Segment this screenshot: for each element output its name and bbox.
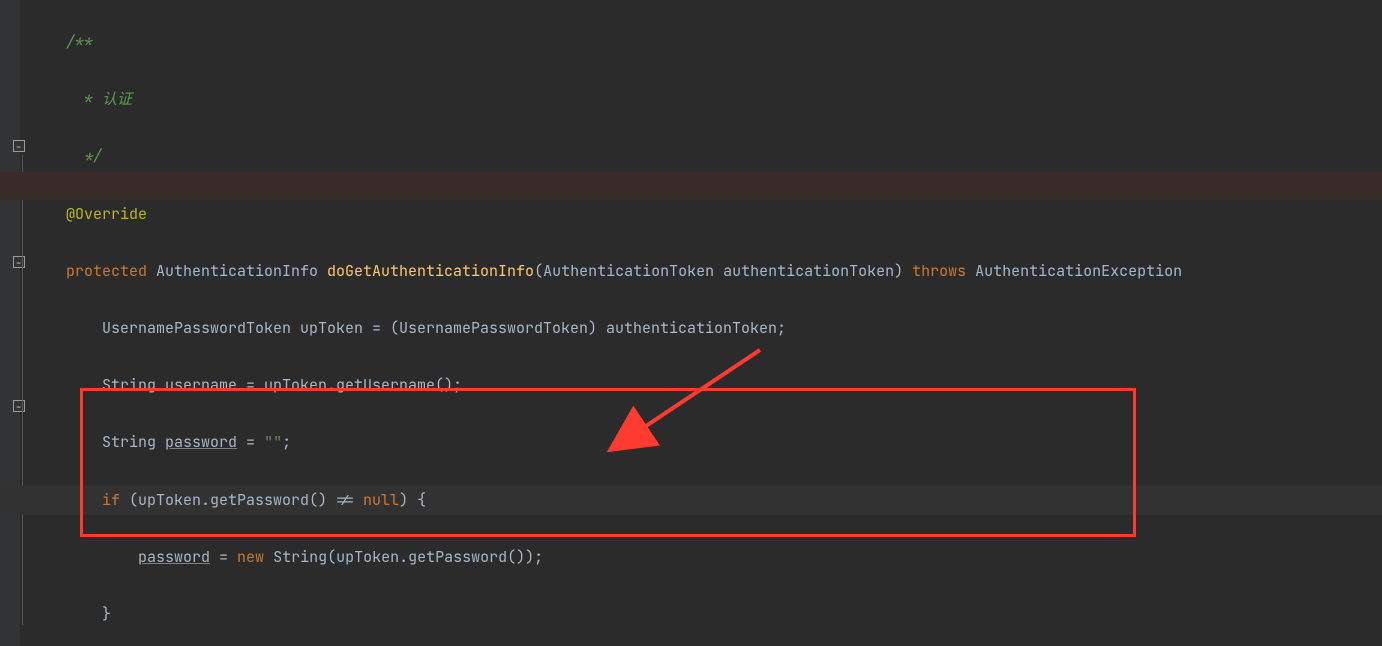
- return-type: AuthenticationInfo: [147, 261, 327, 281]
- code-text: String: [66, 432, 165, 452]
- var-password: password: [138, 547, 210, 567]
- code-text: String(upToken.getPassword());: [264, 547, 543, 567]
- code-text: ) {: [399, 490, 426, 510]
- javadoc-line: */: [75, 146, 102, 166]
- method-name: doGetAuthenticationInfo: [327, 261, 534, 281]
- javadoc-line: /**: [66, 32, 93, 52]
- code-text: (upToken.getPassword() !=: [120, 490, 363, 510]
- keyword-new: new: [237, 547, 264, 567]
- code-content[interactable]: /** * 认证 */ @Override protected Authenti…: [0, 28, 1182, 646]
- code-text: UsernamePasswordToken upToken = (Usernam…: [66, 318, 786, 338]
- annotation-override: @Override: [66, 204, 147, 224]
- keyword-protected: protected: [66, 261, 147, 281]
- brace-close: }: [102, 604, 111, 624]
- keyword-if: if: [102, 490, 120, 510]
- var-password: password: [165, 432, 237, 452]
- code-text: =: [237, 432, 264, 452]
- string-literal: "": [264, 432, 282, 452]
- code-text: String username = upToken.getUsername();: [66, 375, 462, 395]
- javadoc-line: * 认证: [75, 89, 132, 109]
- keyword-null: null: [363, 490, 399, 510]
- param-list: (AuthenticationToken authenticationToken…: [534, 261, 912, 281]
- semicolon: ;: [282, 432, 291, 452]
- code-text: =: [210, 547, 237, 567]
- keyword-throws: throws: [912, 261, 966, 281]
- code-editor[interactable]: /** * 认证 */ @Override protected Authenti…: [0, 0, 1382, 646]
- throws-type: AuthenticationException: [966, 261, 1182, 281]
